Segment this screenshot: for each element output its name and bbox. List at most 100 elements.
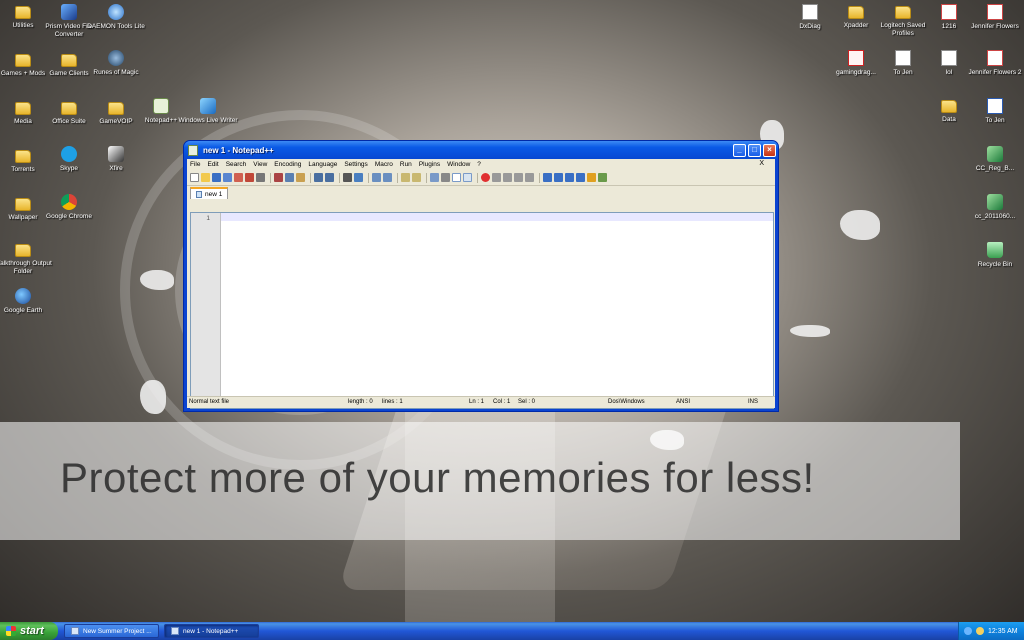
menu-file[interactable]: File	[190, 161, 200, 168]
minimize-button[interactable]: _	[733, 143, 746, 157]
folder-icon	[108, 102, 124, 115]
toolbar-separator	[426, 172, 427, 183]
taskbar-item-notepadpp[interactable]: new 1 - Notepad++	[164, 624, 259, 638]
expand-down-icon[interactable]	[565, 173, 574, 182]
google-earth-icon	[15, 288, 31, 304]
collapse-up-icon[interactable]	[554, 173, 563, 182]
window-body: File Edit Search View Encoding Language …	[187, 159, 775, 409]
taskbar-item-summer-project[interactable]: New Summer Project ...	[64, 624, 159, 638]
tab-bar: new 1	[187, 186, 775, 199]
volume-icon[interactable]	[976, 627, 984, 635]
close-document-button[interactable]: X	[759, 160, 764, 167]
stop-macro-icon[interactable]	[492, 173, 501, 182]
desktop-icon-jennifer[interactable]: Jennifer Flowers	[964, 4, 1024, 31]
menu-search[interactable]: Search	[226, 161, 247, 168]
redo-icon[interactable]	[325, 173, 334, 182]
close-file-icon[interactable]	[234, 173, 243, 182]
play-macro-icon[interactable]	[503, 173, 512, 182]
close-all-icon[interactable]	[245, 173, 254, 182]
cut-icon[interactable]	[274, 173, 283, 182]
windows-live-writer-icon	[200, 98, 216, 114]
copy-icon[interactable]	[285, 173, 294, 182]
menu-settings[interactable]: Settings	[344, 161, 368, 168]
toolbar-separator	[339, 172, 340, 183]
sync-horizontal-icon[interactable]	[412, 173, 421, 182]
desktop-icon-walkthrough[interactable]: Walkthrough Output Folder	[0, 242, 54, 275]
show-all-chars-icon[interactable]	[441, 173, 450, 182]
desktop-icon-google-earth[interactable]: Google Earth	[0, 288, 54, 315]
windows-flag-icon	[6, 626, 16, 636]
start-button[interactable]: start	[0, 622, 58, 640]
folder-icon	[15, 244, 31, 257]
unfold-all-icon[interactable]	[576, 173, 585, 182]
text-editor[interactable]	[221, 213, 773, 408]
undo-icon[interactable]	[314, 173, 323, 182]
menu-macro[interactable]: Macro	[375, 161, 393, 168]
save-macro-icon[interactable]	[525, 173, 534, 182]
user-language-icon[interactable]	[463, 173, 472, 182]
menu-help[interactable]: ?	[477, 161, 481, 168]
fold-all-icon[interactable]	[543, 173, 552, 182]
menu-window[interactable]: Window	[447, 161, 470, 168]
desktop-icon-jennifer-2[interactable]: Jennifer Flowers 2	[964, 50, 1024, 77]
plugin-check-icon[interactable]	[598, 173, 607, 182]
recycle-bin-icon	[987, 242, 1003, 258]
status-lines: lines : 1	[382, 399, 403, 405]
folder-icon	[895, 6, 911, 19]
toolbar-separator	[397, 172, 398, 183]
close-button[interactable]: ×	[763, 143, 776, 157]
desktop-icon-recycle-bin[interactable]: Recycle Bin	[964, 242, 1024, 269]
toolbar-separator	[310, 172, 311, 183]
status-file-type: Normal text file	[189, 399, 230, 405]
start-label: start	[20, 625, 44, 637]
desktop-icon-cc-reg[interactable]: CC_Reg_B...	[964, 146, 1024, 173]
window-title: new 1 - Notepad++	[203, 145, 274, 155]
save-icon[interactable]	[212, 173, 221, 182]
document-icon	[196, 190, 202, 198]
toolbar	[187, 170, 775, 186]
word-wrap-icon[interactable]	[430, 173, 439, 182]
desktop-icon-wlw[interactable]: Windows Live Writer	[177, 98, 239, 125]
zoom-out-icon[interactable]	[383, 173, 392, 182]
clock[interactable]: 12:35 AM	[988, 628, 1018, 635]
menu-view[interactable]: View	[253, 161, 267, 168]
replace-icon[interactable]	[354, 173, 363, 182]
desktop-icon-daemon[interactable]: DAEMON Tools Lite	[85, 4, 147, 31]
desktop-icon-xfire[interactable]: Xfire	[85, 146, 147, 173]
new-file-icon[interactable]	[190, 173, 199, 182]
indent-guide-icon[interactable]	[452, 173, 461, 182]
desktop-icon-chrome[interactable]: Google Chrome	[38, 194, 100, 221]
open-file-icon[interactable]	[201, 173, 210, 182]
editor-area[interactable]: 1	[190, 212, 774, 409]
notepadpp-window[interactable]: new 1 - Notepad++ _ □ × File Edit Search…	[183, 140, 779, 412]
folder-icon	[61, 54, 77, 67]
run-macro-multiple-icon[interactable]	[514, 173, 523, 182]
desktop-icon-cc-2011[interactable]: cc_2011060...	[964, 194, 1024, 221]
paste-icon[interactable]	[296, 173, 305, 182]
menu-run[interactable]: Run	[400, 161, 412, 168]
desktop-icon-to-jen-2[interactable]: To Jen	[964, 98, 1024, 125]
desktop-icon-runes[interactable]: Runes of Magic	[85, 50, 147, 77]
menu-plugins[interactable]: Plugins	[419, 161, 440, 168]
tab-new-1[interactable]: new 1	[190, 187, 229, 199]
current-line-highlight	[221, 213, 773, 221]
sync-vertical-icon[interactable]	[401, 173, 410, 182]
system-tray: 12:35 AM	[958, 622, 1024, 640]
network-icon[interactable]	[964, 627, 972, 635]
installer-icon	[987, 146, 1003, 162]
spell-check-icon[interactable]	[587, 173, 596, 182]
zoom-in-icon[interactable]	[372, 173, 381, 182]
menu-edit[interactable]: Edit	[207, 161, 218, 168]
print-icon[interactable]	[256, 173, 265, 182]
record-macro-icon[interactable]	[481, 173, 490, 182]
save-all-icon[interactable]	[223, 173, 232, 182]
maximize-button[interactable]: □	[748, 143, 761, 157]
title-bar[interactable]: new 1 - Notepad++ _ □ ×	[184, 141, 778, 159]
windows-live-writer-icon	[71, 627, 79, 635]
toolbar-separator	[368, 172, 369, 183]
find-icon[interactable]	[343, 173, 352, 182]
taskbar-item-label: new 1 - Notepad++	[183, 627, 239, 635]
menu-language[interactable]: Language	[308, 161, 337, 168]
menu-encoding[interactable]: Encoding	[274, 161, 301, 168]
status-ln: Ln : 1	[469, 399, 485, 405]
